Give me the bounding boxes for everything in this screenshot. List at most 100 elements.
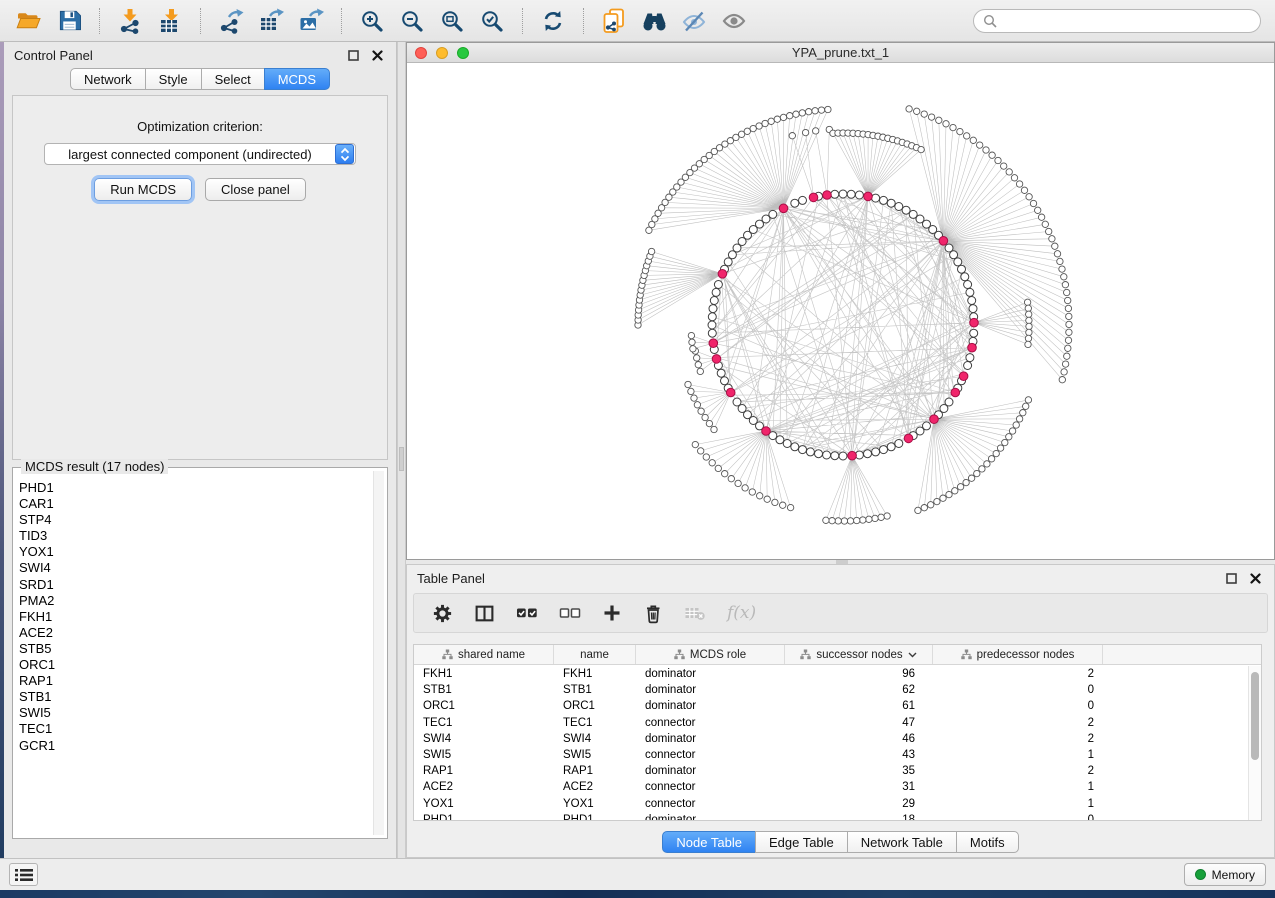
table-scrollbar-thumb[interactable]	[1251, 672, 1259, 760]
network-leaf-node[interactable]	[878, 514, 884, 520]
network-leaf-node[interactable]	[825, 106, 831, 112]
network-leaf-node[interactable]	[772, 499, 778, 505]
mcds-result-item[interactable]: SRD1	[19, 577, 369, 593]
cell-successor_nodes[interactable]: 62	[785, 684, 933, 696]
mcds-result-item[interactable]: FKH1	[19, 609, 369, 625]
cell-mcds_role[interactable]: dominator	[636, 700, 785, 712]
mcds-result-item[interactable]: SWI5	[19, 705, 369, 721]
network-leaf-node[interactable]	[918, 146, 924, 152]
cell-shared_name[interactable]: PHD1	[414, 814, 554, 821]
cell-mcds_role[interactable]: dominator	[636, 668, 785, 680]
cell-successor_nodes[interactable]: 46	[785, 733, 933, 745]
mcds-result-item[interactable]: ORC1	[19, 657, 369, 673]
network-node[interactable]	[823, 451, 831, 459]
network-leaf-node[interactable]	[697, 368, 703, 374]
mcds-result-scrollbar[interactable]	[373, 471, 384, 835]
cell-predecessor_nodes[interactable]: 1	[933, 781, 1103, 793]
network-canvas[interactable]	[407, 63, 1274, 559]
network-leaf-node[interactable]	[928, 502, 934, 508]
cell-name[interactable]: YOX1	[554, 798, 636, 810]
network-leaf-node[interactable]	[764, 496, 770, 502]
network-leaf-node[interactable]	[872, 515, 878, 521]
network-hub-node[interactable]	[762, 427, 771, 436]
network-node[interactable]	[791, 199, 799, 207]
cell-successor_nodes[interactable]: 47	[785, 717, 933, 729]
network-node[interactable]	[708, 313, 716, 321]
zoom-in-button[interactable]	[353, 5, 391, 37]
network-leaf-node[interactable]	[977, 142, 983, 148]
cell-shared_name[interactable]: ORC1	[414, 700, 554, 712]
network-leaf-node[interactable]	[787, 113, 793, 119]
network-leaf-node[interactable]	[1066, 313, 1072, 319]
cell-predecessor_nodes[interactable]: 2	[933, 717, 1103, 729]
network-leaf-node[interactable]	[1052, 243, 1058, 249]
network-leaf-node[interactable]	[698, 448, 704, 454]
network-leaf-node[interactable]	[1057, 258, 1063, 264]
network-leaf-node[interactable]	[691, 395, 697, 401]
network-leaf-node[interactable]	[915, 507, 921, 513]
network-leaf-node[interactable]	[1006, 169, 1012, 175]
network-node[interactable]	[769, 210, 777, 218]
export-table-button[interactable]	[252, 5, 290, 37]
network-leaf-node[interactable]	[835, 518, 841, 524]
clone-network-button[interactable]	[595, 5, 633, 37]
network-leaf-node[interactable]	[914, 108, 920, 114]
network-node[interactable]	[783, 440, 791, 448]
network-node[interactable]	[961, 273, 969, 281]
network-node[interactable]	[968, 297, 976, 305]
network-node[interactable]	[806, 448, 814, 456]
cell-name[interactable]: FKH1	[554, 668, 636, 680]
network-leaf-node[interactable]	[690, 346, 696, 352]
cell-mcds_role[interactable]: dominator	[636, 814, 785, 821]
mcds-result-item[interactable]: ACE2	[19, 625, 369, 641]
network-leaf-node[interactable]	[762, 120, 768, 126]
network-leaf-node[interactable]	[866, 516, 872, 522]
table-row[interactable]: YOX1YOX1connector291	[414, 796, 1248, 812]
delete-column-button[interactable]	[643, 603, 663, 624]
splitter-handle[interactable]	[399, 447, 404, 471]
network-leaf-node[interactable]	[988, 456, 994, 462]
network-node[interactable]	[712, 288, 720, 296]
memory-button[interactable]: Memory	[1184, 863, 1266, 886]
network-leaf-node[interactable]	[709, 460, 715, 466]
network-hub-node[interactable]	[951, 388, 960, 397]
network-hub-node[interactable]	[779, 204, 788, 213]
network-leaf-node[interactable]	[1038, 214, 1044, 220]
tab-network[interactable]: Network	[70, 68, 146, 90]
table-row[interactable]: SWI4SWI4dominator462	[414, 731, 1248, 747]
cell-successor_nodes[interactable]: 31	[785, 781, 933, 793]
network-leaf-node[interactable]	[1065, 305, 1071, 311]
network-leaf-node[interactable]	[964, 133, 970, 139]
cell-name[interactable]: PHD1	[554, 814, 636, 821]
cell-name[interactable]: SWI4	[554, 733, 636, 745]
network-node[interactable]	[721, 377, 729, 385]
export-image-button[interactable]	[292, 5, 330, 37]
network-node[interactable]	[964, 281, 972, 289]
show-task-history-button[interactable]	[9, 863, 38, 886]
binoculars-button[interactable]	[635, 5, 673, 37]
cell-predecessor_nodes[interactable]: 0	[933, 684, 1103, 696]
network-node[interactable]	[880, 196, 888, 204]
network-leaf-node[interactable]	[1026, 323, 1032, 329]
network-leaf-node[interactable]	[692, 441, 698, 447]
cell-mcds_role[interactable]: connector	[636, 781, 785, 793]
cell-predecessor_nodes[interactable]: 0	[933, 700, 1103, 712]
cell-name[interactable]: TEC1	[554, 717, 636, 729]
network-leaf-node[interactable]	[1054, 251, 1060, 257]
network-leaf-node[interactable]	[695, 362, 701, 368]
close-panel-button[interactable]	[1246, 569, 1264, 587]
network-leaf-node[interactable]	[1021, 187, 1027, 193]
network-leaf-node[interactable]	[685, 381, 691, 387]
network-leaf-node[interactable]	[780, 502, 786, 508]
network-leaf-node[interactable]	[823, 517, 829, 523]
run-mcds-button[interactable]: Run MCDS	[94, 178, 192, 201]
network-node[interactable]	[887, 443, 895, 451]
network-leaf-node[interactable]	[1059, 266, 1065, 272]
network-leaf-node[interactable]	[694, 355, 700, 361]
network-node[interactable]	[831, 190, 839, 198]
optimization-criterion-select[interactable]: largest connected component (undirected)	[44, 143, 356, 165]
network-leaf-node[interactable]	[787, 504, 793, 510]
cell-successor_nodes[interactable]: 18	[785, 814, 933, 821]
table-row[interactable]: SWI5SWI5connector431	[414, 747, 1248, 763]
network-leaf-node[interactable]	[812, 108, 818, 114]
